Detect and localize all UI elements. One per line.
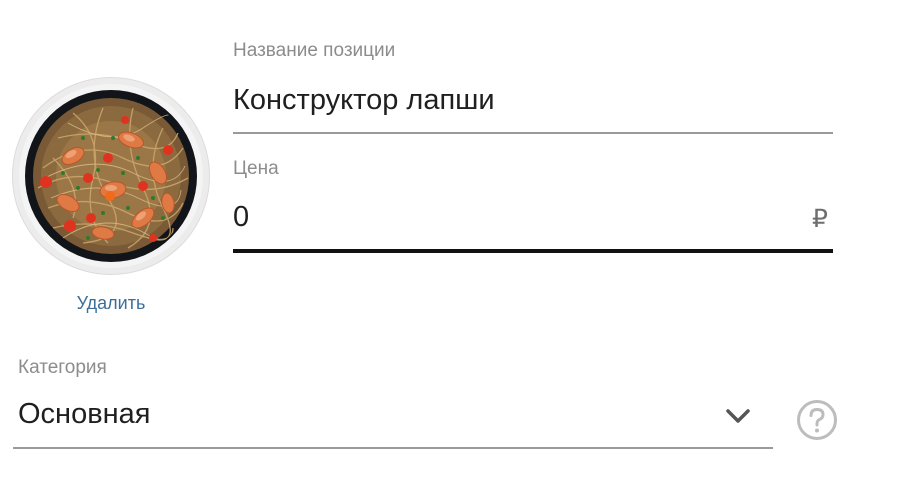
price-input[interactable]: 0 (233, 201, 249, 234)
category-select[interactable]: Основная (18, 398, 150, 431)
price-field-label: Цена (233, 158, 279, 179)
name-field-label: Название позиции (233, 40, 396, 61)
question-circle-icon[interactable] (796, 399, 838, 441)
name-input[interactable]: Конструктор лапши (233, 84, 495, 117)
category-select-underline (13, 447, 773, 449)
ruble-currency-icon: ₽ (812, 205, 828, 233)
name-input-underline (233, 132, 833, 134)
chevron-down-icon[interactable] (724, 406, 752, 426)
delete-photo-link[interactable]: Удалить (13, 293, 209, 314)
category-field-label: Категория (18, 357, 107, 378)
item-photo[interactable] (13, 78, 209, 274)
noodle-dish-image (19, 84, 203, 268)
price-input-underline (233, 249, 833, 253)
